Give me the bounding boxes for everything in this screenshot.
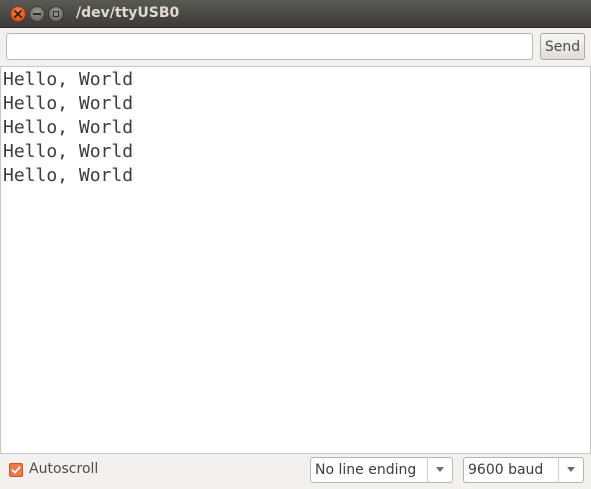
baud-rate-value: 9600 baud <box>468 462 544 478</box>
output-lines: Hello, World Hello, World Hello, World H… <box>1 67 590 188</box>
output-line: Hello, World <box>3 93 134 114</box>
window-title: /dev/ttyUSB0 <box>76 5 180 21</box>
checkmark-icon <box>11 466 21 474</box>
serial-send-input[interactable] <box>6 33 533 60</box>
line-ending-value: No line ending <box>315 462 417 478</box>
send-button[interactable]: Send <box>540 33 585 60</box>
output-line: Hello, World <box>3 117 134 138</box>
autoscroll-label[interactable]: Autoscroll <box>29 461 98 477</box>
output-line: Hello, World <box>3 165 134 186</box>
minimize-icon <box>33 13 41 15</box>
close-icon <box>14 10 22 18</box>
title-bar[interactable]: /dev/ttyUSB0 <box>0 0 591 28</box>
maximize-icon <box>53 11 59 17</box>
output-line: Hello, World <box>3 69 134 90</box>
serial-monitor-window: /dev/ttyUSB0 Send Hello, World Hello, Wo… <box>0 0 591 489</box>
autoscroll-checkbox[interactable] <box>9 463 23 477</box>
baud-rate-select[interactable]: 9600 baud <box>463 457 584 483</box>
chevron-down-icon <box>436 467 444 472</box>
baud-rate-dropdown-arrow[interactable] <box>558 458 583 482</box>
chevron-down-icon <box>567 467 575 472</box>
minimize-button[interactable] <box>29 6 45 22</box>
close-button[interactable] <box>10 6 26 22</box>
line-ending-select[interactable]: No line ending <box>310 457 453 483</box>
output-line: Hello, World <box>3 141 134 162</box>
line-ending-dropdown-arrow[interactable] <box>427 458 452 482</box>
serial-output-area[interactable]: Hello, World Hello, World Hello, World H… <box>0 66 591 454</box>
maximize-button[interactable] <box>48 6 64 22</box>
